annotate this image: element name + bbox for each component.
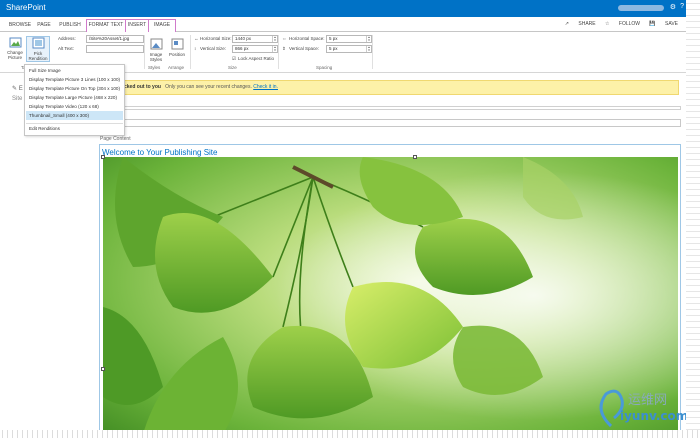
- group-styles-label: Styles: [148, 65, 161, 70]
- h-size-value: 1440 px: [235, 36, 252, 41]
- share-label: SHARE: [578, 21, 596, 27]
- ginkgo-leaf-image[interactable]: [103, 157, 678, 430]
- status-text: Only you can see your recent changes.: [165, 84, 252, 90]
- save-button[interactable]: 💾 SAVE: [649, 21, 678, 27]
- h-space-input[interactable]: 5 px ▴ ▾: [326, 35, 372, 43]
- ribbon-separator: [372, 35, 373, 69]
- position-icon: [171, 38, 183, 50]
- menu-item-edit-renditions[interactable]: Edit Renditions: [26, 123, 123, 132]
- rendition-icon: [32, 37, 44, 49]
- v-space-icon: ⇕: [282, 46, 286, 51]
- change-picture-label: Change Picture: [7, 50, 23, 60]
- menu-item-thumbnail-small[interactable]: Thumbnail_Small (400 x 300): [26, 111, 123, 120]
- v-size-label: Vertical Size:: [200, 46, 227, 51]
- h-size-icon: ↔: [194, 36, 199, 41]
- check-in-link[interactable]: Check it in.: [253, 84, 278, 90]
- suite-bar: SharePoint ⚙ ?: [0, 0, 686, 17]
- resize-handle[interactable]: [101, 367, 105, 371]
- group-size-label: Size: [228, 65, 237, 70]
- v-size-spinner[interactable]: ▴ ▾: [272, 46, 277, 52]
- picture-icon: [9, 37, 21, 48]
- pick-rendition-button[interactable]: Pick Rendition: [26, 36, 50, 62]
- h-space-spinner[interactable]: ▴ ▾: [366, 36, 371, 42]
- group-spacing-label: Spacing: [316, 65, 333, 70]
- v-size-value: 866 px: [235, 46, 249, 51]
- group-arrange-label: Arrange: [168, 65, 185, 70]
- ginkgo-leaf-photo: [103, 157, 678, 430]
- address-label: Address:: [58, 36, 76, 41]
- image-styles-button[interactable]: Image Styles: [147, 38, 165, 62]
- user-name[interactable]: [618, 5, 664, 11]
- v-size-input[interactable]: 866 px ▴ ▾: [232, 45, 278, 53]
- edit-pencil-icon: ✎: [12, 86, 19, 92]
- gear-icon[interactable]: ⚙: [670, 3, 676, 11]
- ribbon-separator: [190, 35, 191, 69]
- suite-brand[interactable]: SharePoint: [6, 3, 46, 12]
- torn-edge-right: [686, 0, 700, 438]
- h-size-spinner[interactable]: ▴ ▾: [272, 36, 277, 42]
- watermark-logo: 运维网 iyunv.com: [596, 386, 686, 430]
- ribbon-tab-row: BROWSE PAGE PUBLISH FORMAT TEXT INSERT I…: [0, 17, 686, 32]
- edit-link-label: E: [18, 86, 23, 92]
- v-space-input[interactable]: 5 px ▴ ▾: [326, 45, 372, 53]
- follow-label: FOLLOW: [618, 21, 641, 27]
- tab-image[interactable]: IMAGE: [148, 19, 176, 32]
- image-styles-label: Image Styles: [149, 52, 163, 62]
- lock-aspect-label: Lock Aspect Ratio: [238, 56, 275, 61]
- menu-item-picture-on-top[interactable]: Display Template Picture On Top (304 x 1…: [26, 84, 123, 93]
- h-space-value: 5 px: [329, 36, 338, 41]
- alt-text-input[interactable]: [86, 45, 144, 53]
- edit-link[interactable]: ✎ E: [12, 85, 23, 92]
- menu-item-3-lines[interactable]: Display Template Picture 3 Lines (100 x …: [26, 75, 123, 84]
- menu-item-video[interactable]: Display Template Video (120 x 68): [26, 102, 123, 111]
- tab-publish[interactable]: PUBLISH: [58, 20, 82, 31]
- rendition-menu: Full Size Image Display Template Picture…: [24, 64, 125, 136]
- alt-text-label: Alt Text:: [58, 46, 74, 51]
- share-button[interactable]: ↗ SHARE: [565, 21, 596, 27]
- h-space-label: Horizontal Space:: [289, 36, 325, 41]
- tab-page[interactable]: PAGE: [36, 20, 52, 31]
- tab-format-text[interactable]: FORMAT TEXT: [86, 19, 126, 32]
- resize-handle[interactable]: [101, 155, 105, 159]
- lock-aspect-checkbox[interactable]: ☑: [232, 56, 236, 62]
- status-bold: cked out to you: [124, 84, 161, 90]
- pick-rendition-label: Pick Rendition: [28, 51, 48, 61]
- v-space-label: Vertical Space:: [289, 46, 320, 51]
- tab-browse[interactable]: BROWSE: [8, 20, 32, 31]
- address-input[interactable]: /Site%20Asset/1.jpg: [86, 35, 144, 43]
- torn-edge-bottom: [0, 430, 700, 438]
- h-space-icon: ⇔: [282, 36, 287, 41]
- page-actions: ↗ SHARE ☆ FOLLOW 💾 SAVE: [557, 21, 678, 27]
- position-button[interactable]: Position: [168, 38, 186, 57]
- title-field[interactable]: [99, 119, 681, 127]
- sharepoint-page: SharePoint ⚙ ? BROWSE PAGE PUBLISH FORMA…: [0, 0, 686, 430]
- resize-handle[interactable]: [413, 155, 417, 159]
- welcome-heading[interactable]: Welcome to Your Publishing Site: [102, 148, 217, 157]
- watermark-line2: iyunv.com: [620, 409, 686, 423]
- v-space-value: 5 px: [329, 46, 338, 51]
- image-styles-icon: [150, 38, 162, 50]
- tab-insert[interactable]: INSERT: [125, 19, 149, 32]
- ribbon-separator: [144, 35, 145, 69]
- h-size-input[interactable]: 1440 px ▴ ▾: [232, 35, 278, 43]
- h-size-label: Horizontal Size:: [200, 36, 232, 41]
- v-space-spinner[interactable]: ▴ ▾: [366, 46, 371, 52]
- title-field-divider: [99, 106, 681, 110]
- ribbon-separator: [278, 35, 279, 69]
- v-size-icon: ↕: [194, 46, 197, 51]
- watermark-line1: 运维网: [628, 393, 668, 408]
- menu-item-large-picture[interactable]: Display Template Large Picture (468 x 22…: [26, 93, 123, 102]
- help-icon[interactable]: ?: [680, 3, 684, 10]
- menu-item-full-size[interactable]: Full Size Image: [26, 66, 123, 75]
- position-label: Position: [168, 52, 185, 57]
- page-content-label: Page Content: [100, 136, 131, 142]
- save-label: SAVE: [665, 21, 678, 27]
- checked-out-status-bar: cked out to you Only you can see your re…: [99, 80, 679, 95]
- follow-button[interactable]: ☆ FOLLOW: [605, 21, 640, 27]
- change-picture-button[interactable]: Change Picture: [6, 36, 24, 60]
